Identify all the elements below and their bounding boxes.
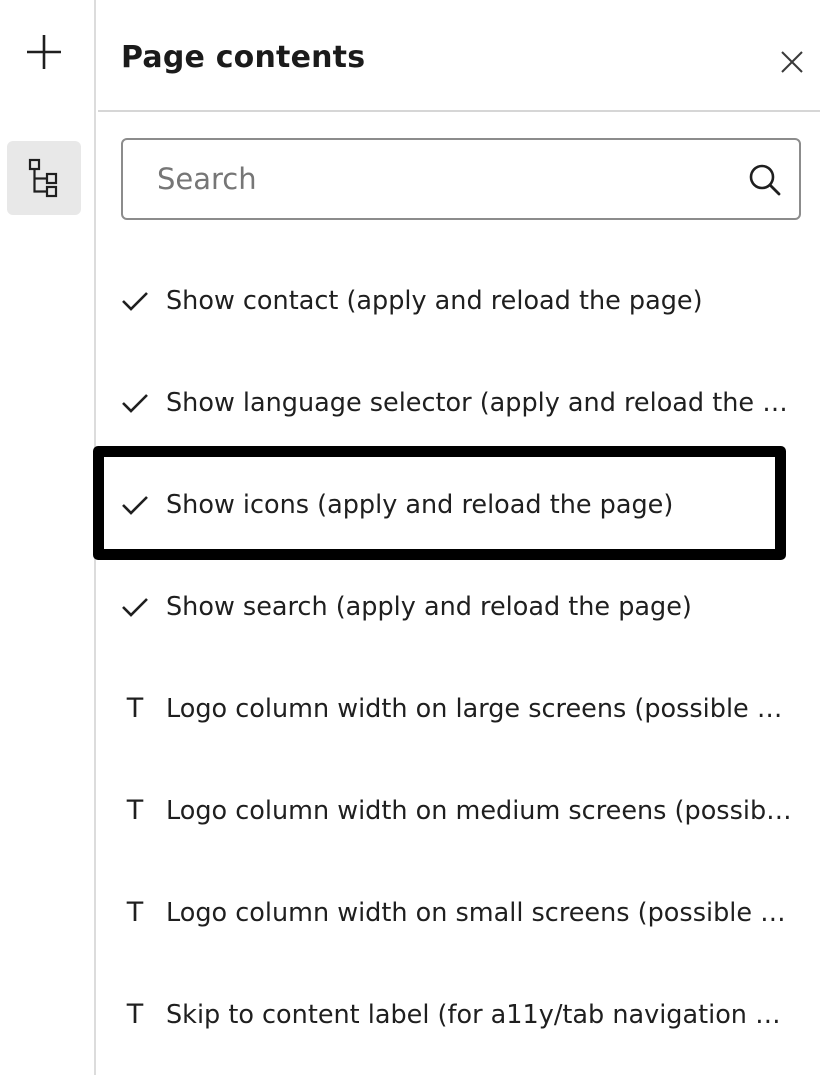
list-item[interactable]: T Logo column width on small screens (po… — [98, 862, 820, 964]
list-item-label: Show language selector (apply and reload… — [166, 388, 794, 418]
check-icon — [120, 286, 150, 316]
close-icon — [781, 51, 803, 73]
list-item-label: Logo column width on large screens (poss… — [166, 694, 794, 724]
check-icon — [120, 592, 150, 622]
text-icon: T — [126, 897, 144, 928]
search-box — [121, 138, 801, 220]
list-item[interactable]: T Logo column width on large screens (po… — [98, 658, 820, 760]
search-icon[interactable] — [747, 162, 783, 198]
list-item[interactable]: Show contact (apply and reload the page) — [98, 250, 820, 352]
list-item-label: Show icons (apply and reload the page) — [166, 490, 674, 520]
list-item-label: Show contact (apply and reload the page) — [166, 286, 703, 316]
plus-icon — [27, 35, 61, 69]
list-item[interactable]: Show icons (apply and reload the page) — [98, 454, 820, 556]
page-contents-toggle-button[interactable] — [7, 141, 81, 215]
contents-list: Show contact (apply and reload the page)… — [93, 250, 820, 1066]
tree-structure-icon — [28, 158, 58, 198]
text-icon: T — [126, 999, 144, 1030]
list-item[interactable]: Show language selector (apply and reload… — [98, 352, 820, 454]
panel-header: Page contents — [98, 0, 820, 112]
list-item[interactable]: T Logo column width on medium screens (p… — [98, 760, 820, 862]
list-item[interactable]: T Skip to content label (for a11y/tab na… — [98, 964, 820, 1066]
list-item-label: Logo column width on medium screens (pos… — [166, 796, 794, 826]
list-item[interactable]: Show search (apply and reload the page) — [98, 556, 820, 658]
list-item-label: Show search (apply and reload the page) — [166, 592, 692, 622]
text-icon: T — [126, 693, 144, 724]
list-item-label: Skip to content label (for a11y/tab navi… — [166, 1000, 794, 1030]
add-button[interactable] — [22, 30, 66, 74]
text-icon: T — [126, 795, 144, 826]
list-item-label: Logo column width on small screens (poss… — [166, 898, 794, 928]
panel-title: Page contents — [121, 40, 366, 75]
check-icon — [120, 490, 150, 520]
close-button[interactable] — [778, 48, 806, 76]
page-contents-panel: Page contents Show contact (apply and re… — [93, 0, 820, 1075]
check-icon — [120, 388, 150, 418]
left-rail — [0, 0, 96, 1075]
search-input[interactable] — [123, 140, 723, 218]
